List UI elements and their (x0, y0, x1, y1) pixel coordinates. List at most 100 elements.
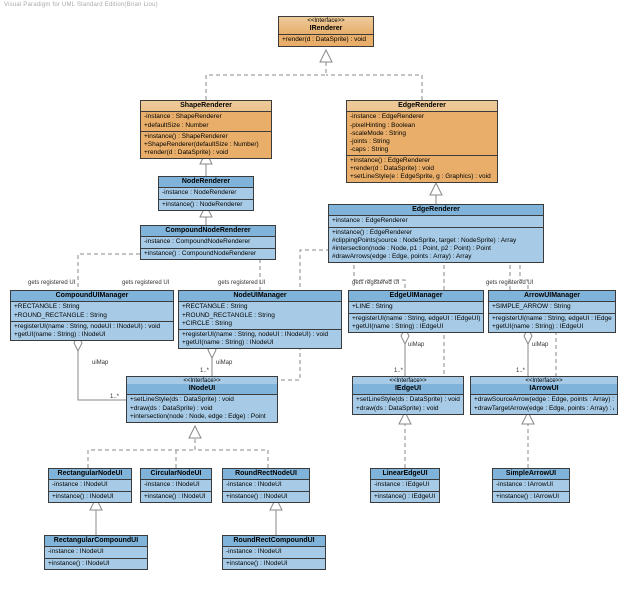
class-title: IEdgeUI (353, 384, 463, 394)
op: +setLineStyle(e : EdgeSprite, g : Graphi… (350, 173, 494, 181)
op: #intersection(node : Node, p1 : Point, p… (332, 245, 540, 253)
attr: -caps : String (350, 146, 494, 154)
attr: -instance : CompoundNodeRenderer (144, 238, 272, 246)
class-title: EdgeRenderer (347, 101, 497, 111)
watermark-text: Visual Paradigm for UML Standard Edition… (4, 2, 158, 8)
attr: -instance : INodeUI (226, 481, 306, 489)
op: +instance() : CompoundNodeRenderer (144, 250, 272, 258)
attr: -instance : NodeRenderer (162, 189, 250, 197)
attr: +ROUND_RECTANGLE : String (182, 312, 338, 320)
rel-label: gets registered UI (486, 280, 533, 286)
op: +registerUI(name : String, nodeUI : INod… (182, 331, 338, 339)
attr: -instance : INodeUI (48, 548, 144, 556)
op: +setLineStyle(ds : DataSprite) : void (356, 396, 460, 404)
op: +draw(ds : DataSprite) : void (130, 405, 274, 413)
class-irenderer[interactable]: <<Interface>> IRenderer +render(d : Data… (278, 16, 374, 47)
stereotype-label: <<Interface>> (353, 377, 463, 384)
attr: +LINE : String (352, 303, 480, 311)
attr: +instance : EdgeRenderer (332, 217, 540, 225)
class-title: RectangularNodeUI (49, 469, 131, 479)
op: +drawSourceArrow(edge : Edge, points : A… (474, 396, 614, 404)
op: +render(d : DataSprite) : void (144, 149, 268, 157)
class-title: EdgeUIManager (349, 291, 483, 301)
op: +instance() : INodeUI (48, 560, 144, 568)
op: +getUI(name : String) : INodeUI (14, 331, 170, 339)
class-rectangularcompoundui[interactable]: RectangularCompoundUI -instance : INodeU… (44, 535, 148, 570)
class-roundrectnodeui[interactable]: RoundRectNodeUI -instance : INodeUI +ins… (222, 468, 310, 503)
op: +registerUI(name : String, edgeUI : IEdg… (352, 315, 480, 323)
attr: -instance : INodeUI (144, 481, 208, 489)
attr: +SIMPLE_ARROW : String (492, 303, 612, 311)
attr: -joints : String (350, 138, 494, 146)
class-noderenderer[interactable]: NodeRenderer -instance : NodeRenderer +i… (158, 176, 254, 211)
op: +instance() : EdgeRenderer (332, 229, 540, 237)
class-title: INodeUI (127, 384, 277, 394)
attr: +ROUND_RECTANGLE : String (14, 312, 170, 320)
class-compoundnoderenderer[interactable]: CompoundNodeRenderer -instance : Compoun… (140, 225, 276, 260)
mult-label: 1..* (516, 368, 525, 374)
op: +registerUI(name : String, edgeUI : IEdg… (492, 315, 612, 323)
op: #drawArrows(edge : Edge, points : Array)… (332, 253, 540, 261)
class-title: IRenderer (279, 24, 373, 34)
op: +ShapeRenderer(defaultSize : Number) (144, 141, 268, 149)
class-circularnodeui[interactable]: CircularNodeUI -instance : INodeUI +inst… (140, 468, 212, 503)
class-title: RoundRectCompoundUI (223, 536, 325, 546)
op: +draw(ds : DataSprite) : void (356, 405, 460, 413)
attr: +RECTANGLE : String (182, 303, 338, 311)
op: +instance() : INodeUI (226, 493, 306, 501)
class-edgeuimanager[interactable]: EdgeUIManager +LINE : String +registerUI… (348, 290, 484, 333)
class-title: CompoundUIManager (11, 291, 173, 301)
op: +getUI(name : String) : INodeUI (182, 339, 338, 347)
class-linearedgeui[interactable]: LinearEdgeUI -instance : IEdgeUI +instan… (370, 468, 440, 503)
mult-label: 1..* (110, 394, 119, 400)
class-simplearrowui[interactable]: SimpleArrowUI -instance : IArrowUI +inst… (492, 468, 570, 503)
attr: -instance : INodeUI (52, 481, 128, 489)
rel-label: uiMap (92, 360, 108, 366)
class-compounduimanager[interactable]: CompoundUIManager +RECTANGLE : String +R… (10, 290, 174, 341)
attr: +CIRCLE : String (182, 320, 338, 328)
class-nodeuimanager[interactable]: NodeUIManager +RECTANGLE : String +ROUND… (178, 290, 342, 349)
op: +instance() : IArrowUI (496, 493, 566, 501)
rel-label: uiMap (216, 360, 232, 366)
class-title: RoundRectNodeUI (223, 469, 309, 479)
attr: -instance : INodeUI (226, 548, 322, 556)
op: +instance() : ShapeRenderer (144, 133, 268, 141)
class-roundrectcompoundui[interactable]: RoundRectCompoundUI -instance : INodeUI … (222, 535, 326, 570)
attr: +RECTANGLE : String (14, 303, 170, 311)
class-title: EdgeRenderer (329, 205, 543, 215)
class-title: RectangularCompoundUI (45, 536, 147, 546)
interface-iarrowui[interactable]: <<Interface>> IArrowUI +drawSourceArrow(… (470, 376, 618, 415)
op: +intersection(node : Node, edge : Edge) … (130, 413, 274, 421)
rel-label: gets registered UI (122, 280, 169, 286)
attr: -scaleMode : String (350, 130, 494, 138)
class-edgerenderer[interactable]: EdgeRenderer +instance : EdgeRenderer +i… (328, 204, 544, 263)
class-title: SimpleArrowUI (493, 469, 569, 479)
op: +getUI(name : String) : IEdgeUI (492, 323, 612, 331)
uml-diagram: Visual Paradigm for UML Standard Edition… (0, 0, 621, 609)
class-rectangularnodeui[interactable]: RectangularNodeUI -instance : INodeUI +i… (48, 468, 132, 503)
op: +instance() : INodeUI (226, 560, 322, 568)
op: +instance() : EdgeRenderer (350, 157, 494, 165)
op: +drawTargetArrow(edge : Edge, points : A… (474, 405, 614, 413)
attr: -instance : IArrowUI (496, 481, 566, 489)
class-shaperenderer[interactable]: ShapeRenderer -instance : ShapeRenderer … (140, 100, 272, 159)
op: +instance() : NodeRenderer (162, 201, 250, 209)
rel-label: uiMap (532, 342, 548, 348)
op: +instance() : IEdgeUI (374, 493, 436, 501)
class-title: IArrowUI (471, 384, 617, 394)
rel-label: gets registered UI (218, 280, 265, 286)
mult-label: 1..* (200, 368, 209, 374)
class-arrowuimanager[interactable]: ArrowUIManager +SIMPLE_ARROW : String +r… (488, 290, 616, 333)
class-title: ShapeRenderer (141, 101, 271, 111)
attr: -instance : ShapeRenderer (144, 113, 268, 121)
class-edgerenderer-base[interactable]: EdgeRenderer -instance : EdgeRenderer -p… (346, 100, 498, 183)
rel-label: gets registered UI (28, 280, 75, 286)
stereotype-label: <<Interface>> (127, 377, 277, 384)
op: +instance() : INodeUI (52, 493, 128, 501)
class-title: CircularNodeUI (141, 469, 211, 479)
class-title: LinearEdgeUI (371, 469, 439, 479)
op: +render(d : DataSprite) : void (282, 36, 370, 44)
attr: +defaultSize : Number (144, 122, 268, 130)
interface-inodeui[interactable]: <<Interface>> INodeUI +setLineStyle(ds :… (126, 376, 278, 423)
interface-iedgeui[interactable]: <<Interface>> IEdgeUI +setLineStyle(ds :… (352, 376, 464, 415)
